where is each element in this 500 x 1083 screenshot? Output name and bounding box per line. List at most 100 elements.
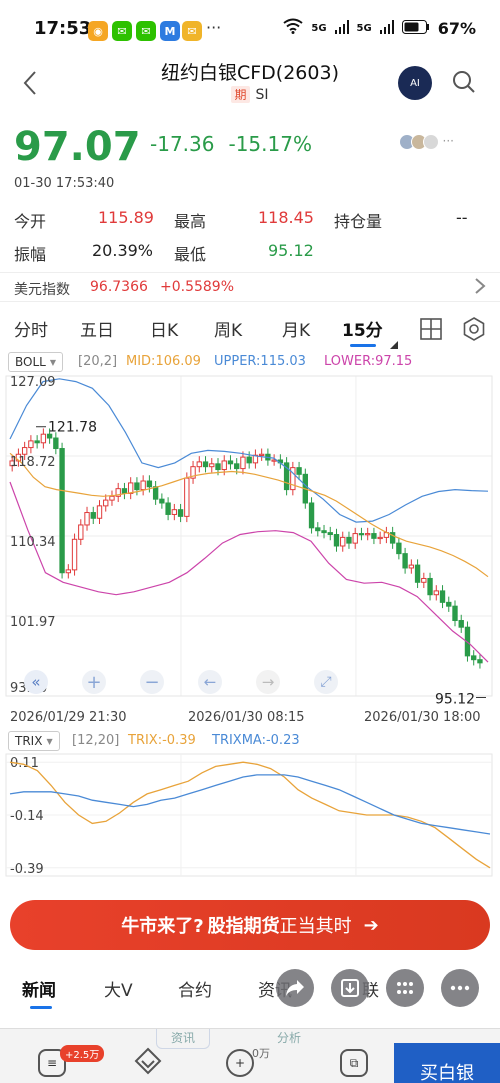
candle <box>258 453 265 456</box>
download-icon[interactable] <box>331 969 369 1007</box>
dropdown-arrow-icon: ▼ <box>49 357 56 367</box>
boll-upper-line <box>9 378 489 523</box>
share-icon[interactable] <box>276 969 314 1007</box>
quote-panel: 97.07 -17.36 -15.17% ··· 01-30 17:53:40 … <box>0 118 500 278</box>
copy-icon[interactable]: ⧉ <box>340 1049 368 1077</box>
candle <box>177 509 184 517</box>
candle <box>140 480 146 491</box>
status-right: 5G 5G 67% <box>283 18 476 38</box>
more-icon: ··· <box>442 134 454 148</box>
candle <box>234 463 240 470</box>
wechat-icon: ✉ <box>112 21 132 41</box>
candle <box>402 553 408 569</box>
candle <box>202 461 209 468</box>
signal-5g-label: 5G <box>311 22 327 34</box>
banner-text-3: 正当其时 <box>279 916 352 937</box>
more-icon[interactable] <box>441 969 479 1007</box>
scroll-right-icon[interactable]: → <box>256 670 280 694</box>
zoom-out-all-icon[interactable]: « <box>24 670 48 694</box>
price-chart[interactable]: 127.09118.72110.34101.9793.60121.7895.12 <box>0 372 500 706</box>
candle <box>346 536 352 544</box>
ai-assistant-button[interactable]: AI <box>398 66 432 100</box>
candle <box>221 460 227 471</box>
scroll-left-icon[interactable]: ← <box>198 670 222 694</box>
y-tick-label: -0.14 <box>10 809 44 824</box>
trix-indicator-bar: TRIX ▼ [12,20] TRIX:-0.39 TRIXMA:-0.23 <box>0 731 500 751</box>
usd-index-change: +0.5589% <box>160 279 235 295</box>
zoom-in-icon[interactable]: + <box>82 670 106 694</box>
change-percent: -15.17% <box>228 132 312 156</box>
usd-index-label: 美元指数 <box>14 282 70 298</box>
tab-weekly-k[interactable]: 周K <box>214 316 242 341</box>
y-tick-label: 101.97 <box>10 615 56 630</box>
grid-menu-icon[interactable] <box>386 969 424 1007</box>
buy-label: 买白银 <box>420 1063 474 1083</box>
layout-grid-icon[interactable] <box>420 318 442 344</box>
trix-selector[interactable]: TRIX ▼ <box>8 731 60 751</box>
candle <box>196 461 202 468</box>
promo-banner[interactable]: 牛市来了? 股指期货 正当其时 ➔ <box>10 900 490 950</box>
candle <box>146 480 153 488</box>
zoom-out-icon[interactable]: − <box>140 670 164 694</box>
chevron-right-icon <box>474 275 486 302</box>
price-change: -17.36 -15.17% <box>150 132 312 156</box>
arrow-right-icon: ➔ <box>363 914 379 936</box>
tab-dropdown-icon[interactable] <box>390 334 398 353</box>
boll-indicator-bar: BOLL ▼ [20,2] MID:106.09 UPPER:115.03 LO… <box>0 352 500 372</box>
low-value: 95.12 <box>268 241 314 260</box>
low-label: 最低 <box>174 245 207 264</box>
tab-monthly-k[interactable]: 月K <box>282 316 310 341</box>
tab-contract[interactable]: 合约 <box>178 976 212 1001</box>
tab-intraday[interactable]: 分时 <box>14 316 48 341</box>
tab-15min[interactable]: 15分 <box>342 316 383 341</box>
chart-controls: « + − ← → ⤢ <box>0 670 500 698</box>
tab-news[interactable]: 新闻 <box>22 976 56 1001</box>
x-tick-start: 2026/01/29 21:30 <box>10 710 127 725</box>
search-icon[interactable] <box>452 70 476 94</box>
trix-chart[interactable]: 0.11-0.14-0.39 <box>0 752 500 880</box>
tab-daily-k[interactable]: 日K <box>150 316 178 341</box>
candle <box>315 527 321 532</box>
boll-selector[interactable]: BOLL ▼ <box>8 352 63 372</box>
candle <box>352 533 358 544</box>
banner-text-1: 牛市来了? <box>121 916 204 937</box>
candle <box>40 433 47 444</box>
settings-icon[interactable] <box>462 317 486 345</box>
candle <box>471 655 477 661</box>
coin-icon[interactable]: + <box>226 1049 254 1077</box>
contract-code: SI <box>255 86 269 103</box>
candle <box>439 590 446 603</box>
buy-silver-button[interactable]: 买白银 <box>394 1043 500 1083</box>
discussion-avatars[interactable]: ··· <box>398 134 454 150</box>
open-label: 今开 <box>14 212 47 231</box>
like-icon[interactable] <box>134 1047 162 1079</box>
candle <box>103 499 109 507</box>
candle <box>84 512 90 526</box>
candle <box>396 542 402 555</box>
usd-index-bar[interactable]: 美元指数 96.7366 +0.5589% <box>0 272 500 302</box>
candle <box>90 512 96 519</box>
status-time: 17:53 <box>34 18 92 39</box>
candle <box>21 447 28 455</box>
y-tick-label: 127.09 <box>10 375 56 390</box>
candle <box>365 533 371 536</box>
battery-icon <box>401 19 430 38</box>
quote-time: 01-30 17:53:40 <box>14 176 115 191</box>
boll-name: BOLL <box>15 355 46 369</box>
candle <box>377 536 383 540</box>
status-bar: 17:53 ◉ ✉ ✉ M ✉ ··· 5G 5G 67% <box>0 0 500 58</box>
candle <box>209 463 215 468</box>
candle <box>121 488 128 494</box>
candle <box>34 440 40 444</box>
candle <box>371 533 377 539</box>
candle <box>321 530 327 534</box>
tab-five-day[interactable]: 五日 <box>80 316 114 341</box>
candle <box>340 536 346 547</box>
fullscreen-icon[interactable]: ⤢ <box>314 670 338 694</box>
candle <box>458 620 464 628</box>
active-tab-indicator <box>350 344 376 347</box>
trixma-value: TRIXMA:-0.23 <box>212 733 300 748</box>
trix-params: [12,20] <box>72 733 120 748</box>
tab-big-v[interactable]: 大V <box>104 976 133 1001</box>
signal-icon-2 <box>379 19 394 38</box>
